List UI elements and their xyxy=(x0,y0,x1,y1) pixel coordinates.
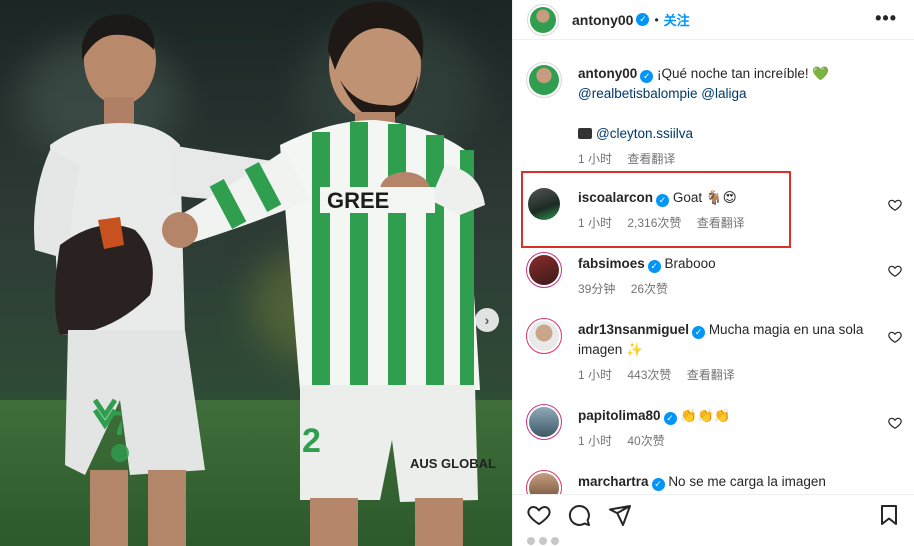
chevron-right-icon: › xyxy=(484,312,490,328)
next-image-button[interactable]: › xyxy=(475,308,499,332)
comment-icon[interactable] xyxy=(567,503,591,527)
verified-icon: ✓ xyxy=(640,69,654,83)
avatar[interactable] xyxy=(526,404,562,440)
caption-text: ¡Qué noche tan increíble! 💚 xyxy=(657,66,830,81)
separator-dot: • xyxy=(654,12,659,27)
photo-credit-mention[interactable]: @cleyton.ssiilva xyxy=(596,126,693,141)
player-right: GREE 2 AUS GLOBAL xyxy=(162,1,496,546)
comment-meta: 1 小时 40次赞 xyxy=(578,431,878,451)
avatar xyxy=(539,537,547,545)
verified-icon: ✓ xyxy=(692,325,706,339)
heart-icon[interactable] xyxy=(527,503,551,527)
verified-icon: ✓ xyxy=(651,477,665,491)
shirt-sponsor: GREE xyxy=(327,188,389,213)
share-icon[interactable] xyxy=(608,503,632,527)
comment-username[interactable]: papitolima80 xyxy=(578,408,661,423)
comment-item: papitolima80 ✓ 👏👏👏 1 小时 40次赞 xyxy=(526,404,902,464)
heart-icon[interactable] xyxy=(888,416,902,430)
more-options-icon[interactable]: ••• xyxy=(875,8,897,29)
translate-link[interactable]: 查看翻译 xyxy=(687,368,735,382)
post-side-panel: antony00 ✓ • 关注 ••• antony00 ✓ ¡Qué noche… xyxy=(512,0,914,546)
shorts-number-left-wrap: 7 xyxy=(112,405,122,443)
comment-meta: 1 小时 查看翻译 xyxy=(578,149,878,169)
comment-item: marchartra ✓ No se me carga la imagen xyxy=(526,470,902,494)
avatar xyxy=(551,537,559,545)
comment-text: 👏👏👏 xyxy=(680,408,731,423)
post-header: antony00 ✓ • 关注 ••• xyxy=(513,0,914,40)
comment-likes[interactable]: 40次赞 xyxy=(627,434,664,448)
post-actions-bar xyxy=(513,494,914,534)
avatar xyxy=(527,537,535,545)
comment-username[interactable]: marchartra xyxy=(578,474,649,489)
comment-likes[interactable]: 443次赞 xyxy=(627,368,671,382)
heart-icon[interactable] xyxy=(888,264,902,278)
comment-text: No se me carga la imagen xyxy=(668,474,826,489)
shorts-number-left: 7 xyxy=(112,405,122,443)
comment-username[interactable]: adr13nsanmiguel xyxy=(578,322,689,337)
avatar[interactable] xyxy=(526,470,562,494)
highlight-box xyxy=(521,171,791,248)
avatar[interactable] xyxy=(526,252,562,288)
translate-link[interactable]: 查看翻译 xyxy=(627,152,675,166)
comment-username[interactable]: fabsimoes xyxy=(578,256,645,271)
post-photo: GREE 2 AUS GLOBAL 7 › xyxy=(0,0,512,546)
avatar[interactable] xyxy=(526,62,562,98)
follow-button[interactable]: 关注 xyxy=(664,10,690,29)
shorts-sponsor: AUS GLOBAL xyxy=(410,456,496,471)
verified-icon: ✓ xyxy=(647,259,661,273)
comment-time: 39分钟 xyxy=(578,282,616,296)
comment-time: 1 小时 xyxy=(578,368,613,382)
comment-item: adr13nsanmiguel ✓ Mucha magia en una sola… xyxy=(526,318,902,388)
camera-icon xyxy=(578,128,592,139)
comments-list[interactable]: antony00 ✓ ¡Qué noche tan increíble! 💚 @r… xyxy=(513,40,914,494)
shorts-number-right: 2 xyxy=(302,422,321,460)
author-username[interactable]: antony00 xyxy=(572,12,633,28)
comment-text: Brabooo xyxy=(664,256,716,271)
likers-preview xyxy=(513,536,914,546)
bookmark-icon[interactable] xyxy=(877,503,901,527)
heart-icon[interactable] xyxy=(888,330,902,344)
comment-likes[interactable]: 26次赞 xyxy=(631,282,668,296)
comment-meta: 39分钟 26次赞 xyxy=(578,279,878,299)
comment-time: 1 小时 xyxy=(578,434,613,448)
avatar[interactable] xyxy=(526,318,562,354)
verified-icon: ✓ xyxy=(636,13,650,26)
verified-icon: ✓ xyxy=(663,411,677,425)
comment-item: fabsimoes ✓ Brabooo 39分钟 26次赞 xyxy=(526,252,902,312)
comment-meta: 1 小时 443次赞 查看翻译 xyxy=(578,365,878,385)
comment-time: 1 小时 xyxy=(578,152,613,166)
caption-mentions[interactable]: @realbetisbalompie @laliga xyxy=(578,86,747,101)
avatar[interactable] xyxy=(527,3,559,36)
comment-username[interactable]: antony00 xyxy=(578,66,637,81)
heart-icon[interactable] xyxy=(888,198,902,212)
